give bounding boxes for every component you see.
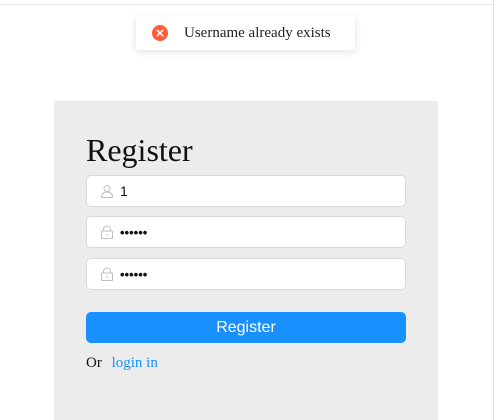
register-button[interactable]: Register bbox=[86, 312, 406, 343]
password-value: •••••• bbox=[120, 224, 148, 240]
lock-icon bbox=[100, 267, 114, 281]
lock-icon bbox=[100, 225, 114, 239]
error-circle-icon bbox=[152, 25, 168, 41]
form-title: Register bbox=[86, 132, 193, 168]
user-icon bbox=[100, 184, 114, 198]
confirm-password-field[interactable]: •••••• bbox=[86, 258, 406, 290]
register-panel: Register 1 •••••• •••••• Register Or log… bbox=[54, 101, 438, 420]
top-divider bbox=[0, 4, 494, 5]
page: Username already exists Register 1 •••••… bbox=[0, 0, 494, 420]
login-prompt: Or login in bbox=[86, 355, 158, 372]
error-toast: Username already exists bbox=[136, 16, 355, 50]
confirm-password-value: •••••• bbox=[120, 266, 148, 282]
login-link[interactable]: login in bbox=[112, 355, 158, 371]
username-field[interactable]: 1 bbox=[86, 175, 406, 207]
username-value: 1 bbox=[120, 183, 128, 199]
password-field[interactable]: •••••• bbox=[86, 216, 406, 248]
login-prefix: Or bbox=[86, 355, 102, 371]
toast-message: Username already exists bbox=[184, 24, 331, 41]
